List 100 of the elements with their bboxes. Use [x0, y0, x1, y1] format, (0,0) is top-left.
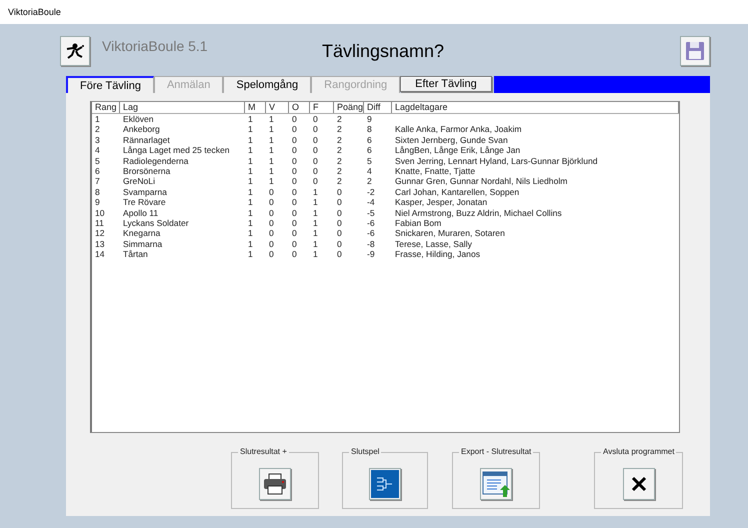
- rank-cell-text: 2: [94, 124, 101, 135]
- logo-button[interactable]: [60, 36, 90, 66]
- column-header[interactable]: Rang: [92, 102, 120, 113]
- team-cell-text: Eklöven: [122, 114, 155, 124]
- team-cell-text: Tre Rövare: [122, 197, 167, 208]
- app-name: ViktoriaBoule 5.1: [102, 38, 209, 54]
- losses-cell-text: 1: [312, 186, 319, 198]
- wins-cell-text: 1: [268, 124, 275, 135]
- members-cell-text: Sven Jerring, Lennart Hyland, Lars-Gunnar Björklund: [394, 156, 599, 166]
- losses-cell-text: 1: [312, 197, 319, 208]
- team-cell-text: Långa Laget med 25 tecken: [122, 145, 231, 156]
- diff-cell-text: 6: [366, 145, 373, 156]
- diff-cell-text: 2: [366, 176, 373, 187]
- group-label: Avsluta programmet: [601, 447, 676, 456]
- column-header[interactable]: F: [310, 102, 334, 113]
- column-header[interactable]: O: [289, 102, 310, 113]
- losses-cell-text: 1: [312, 238, 319, 250]
- points-cell-text: 0: [336, 186, 343, 198]
- points-cell-text: 2: [336, 166, 343, 176]
- rank-cell-text: 4: [94, 145, 101, 156]
- wins-cell-text: 1: [268, 114, 275, 124]
- points-cell-text: 0: [336, 208, 343, 218]
- wins-cell-text: 0: [268, 197, 275, 208]
- rank-cell-text: 13: [94, 238, 106, 250]
- save-button[interactable]: [680, 36, 710, 66]
- action-button[interactable]: [259, 468, 291, 500]
- diff-cell-text: 4: [366, 166, 373, 176]
- action-button[interactable]: [622, 468, 654, 500]
- draws-cell-text: 0: [291, 218, 298, 228]
- group-label: Export - Slutresultat: [459, 447, 534, 456]
- losses-cell-text: 1: [312, 228, 319, 239]
- team-cell-text: Knegarna: [122, 228, 162, 239]
- matches-cell-text: 1: [247, 228, 254, 239]
- team-cell-text: GreNoLi: [122, 176, 156, 187]
- matches-cell-text: 1: [247, 218, 254, 228]
- rank-cell-text: 6: [94, 166, 101, 176]
- points-cell-text: 2: [336, 124, 343, 135]
- diff-cell-text: -4: [366, 197, 376, 208]
- losses-cell-text: 0: [312, 176, 319, 187]
- diff-cell-text: -9: [366, 249, 376, 260]
- rank-cell-text: 12: [94, 228, 106, 239]
- rank-cell-text: 10: [94, 208, 106, 218]
- diff-cell-text: -5: [366, 208, 376, 218]
- column-header[interactable]: Poäng: [334, 102, 364, 113]
- points-cell-text: 0: [336, 238, 343, 250]
- matches-cell-text: 1: [247, 208, 254, 218]
- rank-cell-text: 3: [94, 134, 101, 146]
- losses-cell-text: 0: [312, 124, 319, 135]
- draws-cell-text: 0: [291, 166, 298, 176]
- wins-cell-text: 0: [268, 208, 275, 218]
- matches-cell-text: 1: [247, 238, 254, 250]
- draws-cell-text: 0: [291, 145, 298, 156]
- losses-cell-text: 1: [312, 208, 319, 218]
- window-title: ViktoriaBoule: [8, 7, 61, 17]
- losses-cell-text: 1: [312, 218, 319, 228]
- wins-cell-text: 1: [268, 156, 275, 166]
- losses-cell-text: 0: [312, 166, 319, 176]
- draws-cell-text: 0: [291, 238, 298, 250]
- group-label: Slutresultat +: [238, 447, 289, 456]
- rank-cell-text: 9: [94, 197, 101, 208]
- draws-cell-text: 0: [291, 208, 298, 218]
- team-cell-text: Apollo 11: [122, 208, 160, 218]
- losses-cell-text: 0: [312, 145, 319, 156]
- members-cell-text: Kasper, Jesper, Jonatan: [394, 197, 488, 208]
- draws-cell-text: 0: [291, 197, 298, 208]
- player-icon: [65, 42, 85, 60]
- tab[interactable]: Spelomgång: [223, 76, 312, 93]
- wins-cell-text: 0: [268, 228, 275, 239]
- column-header[interactable]: Diff: [364, 102, 392, 113]
- team-cell-text: Rännarlaget: [122, 134, 171, 146]
- team-cell-text: Lyckans Soldater: [122, 218, 190, 228]
- wins-cell-text: 0: [268, 249, 275, 260]
- points-cell-text: 2: [336, 134, 343, 146]
- matches-cell-text: 1: [247, 114, 254, 124]
- rank-cell-text: 14: [94, 249, 106, 260]
- column-header[interactable]: Lagdeltagare: [392, 102, 679, 113]
- members-cell-text: Snickaren, Muraren, Sotaren: [394, 228, 506, 239]
- losses-cell-text: 0: [312, 114, 319, 124]
- wins-cell-text: 1: [268, 166, 275, 176]
- draws-cell-text: 0: [291, 134, 298, 146]
- rank-cell-text: 8: [94, 186, 101, 198]
- tab[interactable]: Efter Tävling: [400, 76, 492, 92]
- column-header[interactable]: Lag: [120, 102, 245, 113]
- team-cell-text: Simmarna: [122, 238, 164, 250]
- column-header[interactable]: M: [245, 102, 266, 113]
- team-cell-text: Ankeborg: [122, 124, 161, 135]
- tab[interactable]: Före Tävling: [66, 76, 154, 93]
- team-cell-text: Svamparna: [122, 186, 168, 198]
- export-icon: [482, 470, 510, 498]
- team-cell-text: Tårtan: [122, 249, 149, 260]
- draws-cell-text: 0: [291, 176, 298, 187]
- diff-cell-text: -6: [366, 228, 376, 239]
- losses-cell-text: 1: [312, 249, 319, 260]
- wins-cell-text: 0: [268, 186, 275, 198]
- members-cell-text: Frasse, Hilding, Janos: [394, 249, 482, 260]
- column-header[interactable]: V: [266, 102, 289, 113]
- rank-cell-text: 1: [94, 114, 101, 124]
- losses-cell-text: 0: [312, 134, 319, 146]
- points-cell-text: 0: [336, 218, 343, 228]
- matches-cell-text: 1: [247, 124, 254, 135]
